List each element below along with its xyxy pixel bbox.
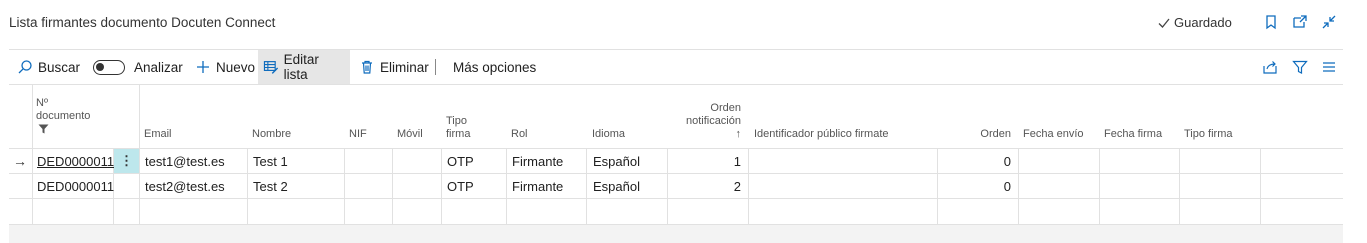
edit-grid-icon xyxy=(263,61,279,74)
signed-date-cell[interactable] xyxy=(1105,174,1178,198)
column-header-notification-order-line1: Orden xyxy=(710,102,741,114)
email-cell[interactable]: test1@test.es xyxy=(145,149,245,173)
column-header-notification-order-line2: notificación xyxy=(685,115,741,127)
signed-date-cell[interactable] xyxy=(1105,149,1178,173)
column-header-role[interactable]: Rol xyxy=(511,85,586,148)
email-cell[interactable]: test2@test.es xyxy=(145,174,245,198)
column-header-sent-date[interactable]: Fecha envío xyxy=(1023,85,1098,148)
role-cell[interactable]: Firmante xyxy=(512,174,585,198)
name-cell[interactable]: Test 1 xyxy=(253,149,343,173)
column-header-sent-date-label: Fecha envío xyxy=(1023,128,1084,140)
list-footer xyxy=(9,225,1343,243)
column-header-mobile-label: Móvil xyxy=(397,128,423,140)
column-header-public-identifier-label: Identificador público firmate xyxy=(754,128,889,140)
list-view-icon xyxy=(1323,62,1335,72)
column-header-language-label: Idioma xyxy=(592,128,626,140)
saved-status: Guardado xyxy=(1157,15,1232,30)
share-button[interactable] xyxy=(1257,50,1283,84)
nif-cell[interactable] xyxy=(350,149,390,173)
share-icon xyxy=(1263,61,1277,74)
public-identifier-cell[interactable] xyxy=(755,174,935,198)
notification-order-cell[interactable]: 2 xyxy=(668,174,741,198)
row-actions-menu-icon[interactable]: ⋮ xyxy=(114,149,139,173)
row-selected-arrow-icon: → xyxy=(13,153,27,169)
column-header-email[interactable]: Email xyxy=(144,85,244,148)
toolbar-divider xyxy=(435,59,436,75)
new-button[interactable]: Nuevo xyxy=(190,50,260,84)
more-options-label: Más opciones xyxy=(453,59,537,75)
column-header-signature-type-2-label: Tipo firma xyxy=(1184,128,1233,140)
empty-new-row[interactable] xyxy=(33,199,1343,224)
analyze-toggle[interactable]: Analizar xyxy=(88,50,188,84)
column-header-nif[interactable]: NIF xyxy=(349,85,389,148)
sent-date-cell[interactable] xyxy=(1024,174,1097,198)
trash-icon xyxy=(362,60,372,74)
open-new-window-icon[interactable] xyxy=(1291,13,1309,31)
more-options-button[interactable]: Más opciones xyxy=(448,50,541,84)
analyze-label: Analizar xyxy=(134,59,183,75)
column-header-email-label: Email xyxy=(144,128,172,140)
mobile-cell[interactable] xyxy=(398,149,440,173)
sort-ascending-icon: ↑ xyxy=(735,128,742,140)
column-header-role-label: Rol xyxy=(511,128,528,140)
column-header-signature-type-line1: Tipo xyxy=(446,115,467,127)
language-cell[interactable]: Español xyxy=(593,174,666,198)
column-header-signed-date[interactable]: Fecha firma xyxy=(1104,85,1179,148)
plus-icon xyxy=(197,61,209,73)
saved-status-label: Guardado xyxy=(1174,15,1232,30)
name-cell[interactable]: Test 2 xyxy=(253,174,343,198)
column-header-document-line1: Nº xyxy=(36,97,48,109)
column-header-signature-type-line2: firma xyxy=(446,128,471,140)
column-header-document-line2: documento xyxy=(36,110,91,122)
column-header-order[interactable]: Orden xyxy=(937,85,1018,148)
column-header-name[interactable]: Nombre xyxy=(252,85,342,148)
toggle-switch-icon xyxy=(93,59,125,75)
search-icon xyxy=(18,60,32,74)
sent-date-cell[interactable] xyxy=(1024,149,1097,173)
document-number-link[interactable]: DED0000011 xyxy=(37,149,114,173)
public-identifier-cell[interactable] xyxy=(755,149,935,173)
column-header-order-label: Orden xyxy=(980,128,1011,140)
column-header-signature-type[interactable]: Tipo firma xyxy=(446,85,504,148)
new-label: Nuevo xyxy=(216,59,256,75)
language-cell[interactable]: Español xyxy=(593,149,666,173)
checkmark-icon xyxy=(1158,18,1170,28)
column-header-document[interactable]: Nº documento xyxy=(36,85,114,148)
column-header-name-label: Nombre xyxy=(252,128,292,140)
delete-label: Eliminar xyxy=(380,59,429,75)
filter-indicator-icon xyxy=(38,124,90,138)
action-bar: Buscar Analizar Nuevo Editar lista Elimi… xyxy=(9,50,1343,84)
role-cell[interactable]: Firmante xyxy=(512,149,585,173)
filter-button[interactable] xyxy=(1287,50,1313,84)
signature-type-cell[interactable]: OTP xyxy=(447,174,505,198)
document-number-cell[interactable]: DED0000011 xyxy=(37,174,114,198)
column-header-notification-order[interactable]: Orden notificación ↑ xyxy=(667,85,748,148)
collapse-icon[interactable] xyxy=(1320,13,1338,31)
search-button[interactable]: Buscar xyxy=(12,50,85,84)
notification-order-cell[interactable]: 1 xyxy=(668,149,741,173)
edit-list-button[interactable]: Editar lista xyxy=(258,50,350,84)
column-header-mobile[interactable]: Móvil xyxy=(397,85,445,148)
signature-type-cell[interactable]: OTP xyxy=(447,149,505,173)
order-cell[interactable]: 0 xyxy=(938,149,1011,173)
delete-button[interactable]: Eliminar xyxy=(354,50,434,84)
list-view-button[interactable] xyxy=(1316,50,1342,84)
mobile-cell[interactable] xyxy=(398,174,440,198)
column-header-language[interactable]: Idioma xyxy=(592,85,667,148)
search-label: Buscar xyxy=(38,59,81,75)
column-header-nif-label: NIF xyxy=(349,128,367,140)
signature-type-2-cell[interactable] xyxy=(1185,149,1258,173)
title-bar: Lista firmantes documento Docuten Connec… xyxy=(0,0,1367,48)
page-title: Lista firmantes documento Docuten Connec… xyxy=(9,15,276,30)
column-header-signed-date-label: Fecha firma xyxy=(1104,128,1163,140)
column-header-public-identifier[interactable]: Identificador público firmate xyxy=(754,85,934,148)
filter-icon xyxy=(1292,60,1308,74)
signature-type-2-cell[interactable] xyxy=(1185,174,1258,198)
column-header-signature-type-2[interactable]: Tipo firma xyxy=(1184,85,1264,148)
nif-cell[interactable] xyxy=(350,174,390,198)
edit-list-label: Editar lista xyxy=(283,52,319,82)
order-cell[interactable]: 0 xyxy=(938,174,1011,198)
bookmark-icon[interactable] xyxy=(1262,13,1280,31)
